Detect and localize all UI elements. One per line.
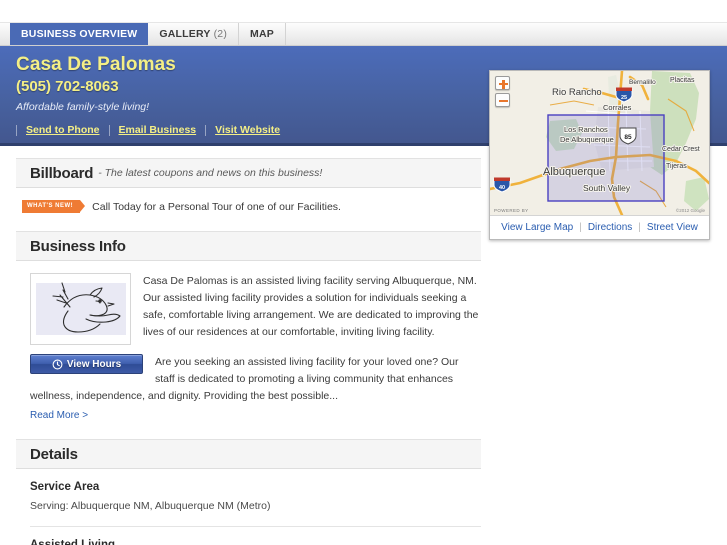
- email-business-link[interactable]: Email Business: [110, 124, 206, 136]
- svg-text:40: 40: [499, 185, 505, 191]
- interstate-40-shield: 40: [493, 177, 511, 193]
- send-to-phone-link[interactable]: Send to Phone: [17, 124, 109, 136]
- details-panel: Details Service Area Serving: Albuquerqu…: [16, 439, 481, 545]
- view-large-map-link[interactable]: View Large Map: [495, 222, 579, 233]
- map-shield-layer: 25 40 85: [493, 87, 637, 193]
- billboard-header: Billboard - The latest coupons and news …: [16, 158, 481, 188]
- street-view-link[interactable]: Street View: [641, 222, 704, 233]
- map-zoom-out-button[interactable]: [495, 93, 510, 107]
- visit-website-link[interactable]: Visit Website: [206, 124, 289, 136]
- details-title: Details: [30, 445, 78, 463]
- business-info-header: Business Info: [16, 231, 481, 261]
- map-zoom-controls: [495, 76, 510, 110]
- detail-line: Serving: Albuquerque NM, Albuquerque NM …: [30, 498, 481, 515]
- tab-bar: BUSINESS OVERVIEW GALLERY (2) MAP: [0, 22, 727, 46]
- view-hours-label: View Hours: [66, 358, 122, 370]
- details-header: Details: [16, 439, 481, 469]
- map-widget: Rio Rancho Bernalillo Placitas Corrales …: [489, 70, 710, 240]
- tab-gallery[interactable]: GALLERY (2): [148, 23, 240, 45]
- clock-icon: [52, 359, 63, 369]
- content-column: Billboard - The latest coupons and news …: [16, 158, 481, 545]
- tab-map[interactable]: MAP: [239, 23, 286, 45]
- tab-label: GALLERY: [159, 28, 211, 40]
- detail-title: Assisted Living: [30, 539, 115, 545]
- tab-label: MAP: [250, 28, 274, 40]
- business-description-1: Casa De Palomas is an assisted living fa…: [143, 275, 479, 338]
- details-body: Service Area Serving: Albuquerque NM, Al…: [16, 469, 481, 545]
- billboard-panel: Billboard - The latest coupons and news …: [16, 158, 481, 219]
- business-info-title: Business Info: [30, 237, 126, 255]
- billboard-title: Billboard: [30, 164, 94, 182]
- detail-block-assisted-living: Assisted Living Concerns: Alzheimer's Ca…: [30, 539, 481, 545]
- dove-with-olive-branch-icon: [35, 282, 126, 335]
- business-info-second-block: View Hours Are you seeking an assisted l…: [30, 354, 481, 423]
- tab-business-overview[interactable]: BUSINESS OVERVIEW: [10, 23, 149, 45]
- map-credit: ©2012 Google: [675, 208, 705, 213]
- whats-new-badge: WHAT'S NEW!: [22, 200, 86, 213]
- map-link-bar: View Large Map | Directions | Street Vie…: [490, 215, 709, 239]
- map-powered-by: POWERED BY: [494, 208, 529, 213]
- billboard-body: WHAT'S NEW! Call Today for a Personal To…: [16, 188, 481, 219]
- business-info-body: Casa De Palomas is an assisted living fa…: [16, 261, 481, 427]
- detail-title: Service Area: [30, 481, 100, 493]
- business-profile-page: BUSINESS OVERVIEW GALLERY (2) MAP Casa D…: [0, 0, 727, 545]
- svg-text:25: 25: [621, 95, 627, 101]
- minus-icon-bar: [499, 99, 508, 102]
- business-info-panel: Business Info Casa De Palomas is an assi…: [16, 231, 481, 427]
- tab-label: BUSINESS OVERVIEW: [21, 28, 138, 40]
- billboard-message: Call Today for a Personal Tour of one of…: [92, 200, 341, 213]
- top-white-strip: [0, 0, 727, 22]
- detail-block-service-area: Service Area Serving: Albuquerque NM, Al…: [30, 481, 481, 527]
- view-hours-button[interactable]: View Hours: [30, 354, 143, 374]
- tab-gallery-count: (2): [213, 28, 228, 40]
- billboard-subtitle: - The latest coupons and news on this bu…: [98, 167, 323, 179]
- us-route-85-shield: 85: [619, 127, 637, 145]
- business-logo: [30, 273, 131, 345]
- interstate-25-shield: 25: [615, 87, 633, 103]
- plus-icon-bar: [502, 79, 505, 89]
- svg-text:85: 85: [624, 134, 632, 141]
- map-canvas[interactable]: Rio Rancho Bernalillo Placitas Corrales …: [490, 71, 709, 215]
- directions-link[interactable]: Directions: [582, 222, 638, 233]
- detail-value: Serving: Albuquerque NM, Albuquerque NM …: [30, 500, 271, 512]
- read-more-link[interactable]: Read More >: [30, 410, 88, 421]
- map-zoom-in-button[interactable]: [495, 76, 510, 90]
